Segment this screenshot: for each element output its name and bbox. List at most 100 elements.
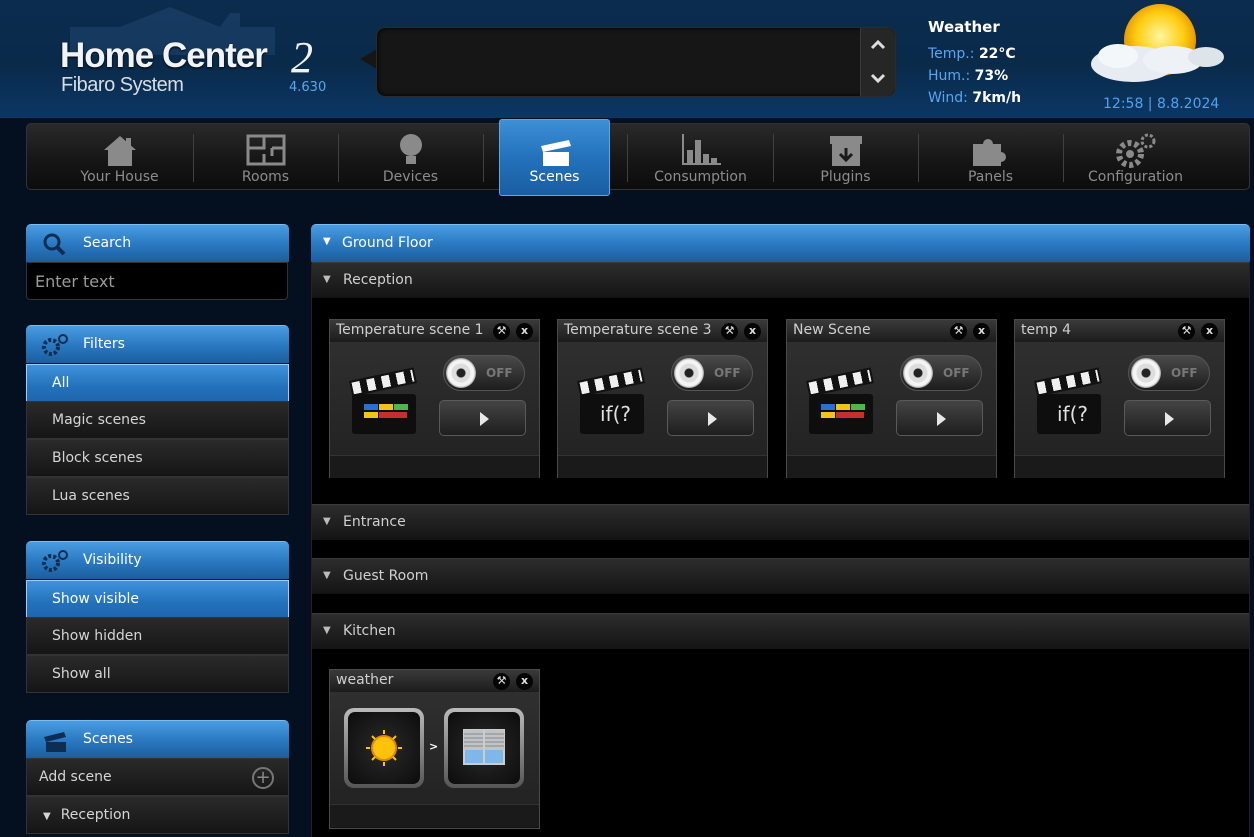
visibility-title: Visibility [83,552,142,568]
run-scene-button[interactable] [439,400,526,436]
nav-panels[interactable]: Panels [918,124,1063,190]
floorplan-icon [246,134,285,166]
message-up-button[interactable] [860,28,895,63]
scene-footer [1015,455,1224,478]
scene-on-off-toggle[interactable]: OFF [671,355,753,391]
nav-plugins[interactable]: Plugins [773,124,918,190]
gears-icon [1115,133,1155,168]
scene-footer [558,455,767,478]
header: Home Center 2 Fibaro System 4.630 Weathe… [0,0,1254,118]
nav-label: Consumption [654,169,747,185]
lua-symbol: if(? [1057,402,1089,426]
nav-devices[interactable]: Devices [338,124,483,190]
run-scene-button[interactable] [896,400,983,436]
weather-title: Weather [928,18,1000,36]
weather-temp-value: 22°C [978,46,1016,62]
scene-body: if(? OFF [1015,342,1224,455]
chevron-up-icon [870,39,886,50]
close-icon[interactable]: x [516,673,533,690]
scene-body: if(? OFF [558,342,767,455]
room-header-guest-room[interactable]: ▼ Guest Room [312,558,1249,594]
nav-scenes[interactable]: Scenes [499,119,610,196]
room-header-kitchen[interactable]: ▼ Kitchen [312,613,1249,649]
room-title: Kitchen [343,623,396,639]
add-scene-row[interactable]: Add scene + [26,758,289,796]
wrench-icon[interactable]: ⚒ [1178,323,1195,340]
weather-wind-label: Wind: [928,90,968,106]
scene-card: temp 4 ⚒ x if(? OFF [1014,319,1225,478]
wrench-icon[interactable]: ⚒ [950,323,967,340]
scenes-header: Scenes [26,720,289,758]
logo-subtitle: Fibaro System [61,74,184,96]
clapper-icon [44,732,66,752]
chevron-down-icon: ▼ [323,516,331,527]
nav-label: Your House [80,169,159,185]
message-box-pointer [360,49,377,69]
scene-footer [330,455,539,478]
filters-header: Filters [26,325,289,363]
weather-wind-value: 7km/h [972,90,1022,106]
close-icon[interactable]: x [973,323,990,340]
gears-icon [42,550,68,572]
sidebar-room-label: Reception [60,807,131,823]
scene-card: Temperature scene 3 ⚒ x if(? OFF [557,319,768,478]
chevron-down-icon: ▼ [323,570,331,581]
nav-configuration[interactable]: Configuration [1063,124,1208,190]
date-time: 12:58 | 8.8.2024 [1103,96,1220,112]
toggle-knob [1131,358,1161,388]
run-scene-button[interactable] [667,400,754,436]
gears-icon [42,334,68,356]
nav-consumption[interactable]: Consumption [628,124,773,190]
run-scene-button[interactable] [1124,400,1211,436]
add-scene-label: Add scene [39,769,112,785]
scene-card: Temperature scene 1 ⚒ x OFF [329,319,540,478]
show-all[interactable]: Show all [26,655,289,693]
filters-title: Filters [83,336,125,352]
close-icon[interactable]: x [516,323,533,340]
show-hidden[interactable]: Show hidden [26,617,289,655]
close-icon[interactable]: x [1201,323,1218,340]
clapper-icon [540,140,571,166]
toggle-state: OFF [486,366,513,380]
room-header-entrance[interactable]: ▼ Entrance [312,504,1249,540]
room-title: Reception [343,272,413,288]
scene-on-off-toggle[interactable]: OFF [443,355,525,391]
scene-footer [330,804,539,827]
wrench-icon[interactable]: ⚒ [721,323,738,340]
room-header-reception[interactable]: ▼ Reception [312,262,1249,298]
scene-body: > [330,692,539,804]
weather-temp: Temp.: 22°C [928,46,1016,62]
weather-temp-label: Temp.: [928,46,975,62]
nav-rooms[interactable]: Rooms [193,124,338,190]
wrench-icon[interactable]: ⚒ [493,673,510,690]
version-label: 4.630 [289,80,327,95]
chevron-down-icon: ▼ [323,236,331,247]
message-down-button[interactable] [860,61,895,96]
scene-on-off-toggle[interactable]: OFF [900,355,982,391]
sun-icon [366,730,402,766]
chart-icon [681,134,721,165]
filter-lua-scenes[interactable]: Lua scenes [26,477,289,515]
search-input[interactable] [26,262,288,300]
wrench-icon[interactable]: ⚒ [493,323,510,340]
plus-icon[interactable]: + [252,767,274,789]
show-visible[interactable]: Show visible [26,580,289,618]
house-icon [103,136,136,166]
lua-symbol: if(? [600,402,632,426]
close-icon[interactable]: x [744,323,761,340]
puzzle-icon [972,139,1006,166]
filter-block-scenes[interactable]: Block scenes [26,439,289,477]
toggle-state: OFF [943,366,970,380]
weather-hum-label: Hum.: [928,68,971,84]
nav-your-house[interactable]: Your House [47,124,192,190]
chevron-down-icon: ▼ [323,274,331,285]
floor-header[interactable]: ▼ Ground Floor [311,224,1250,262]
toggle-knob [446,358,476,388]
scene-on-off-toggle[interactable]: OFF [1128,355,1210,391]
magic-scene-clapper-icon [348,364,418,436]
room-title: Entrance [343,514,406,530]
chevron-down-icon: ▼ [43,811,51,822]
filter-all[interactable]: All [26,364,289,402]
sidebar-room-reception[interactable]: ▼ Reception [26,796,289,834]
filter-magic-scenes[interactable]: Magic scenes [26,401,289,439]
